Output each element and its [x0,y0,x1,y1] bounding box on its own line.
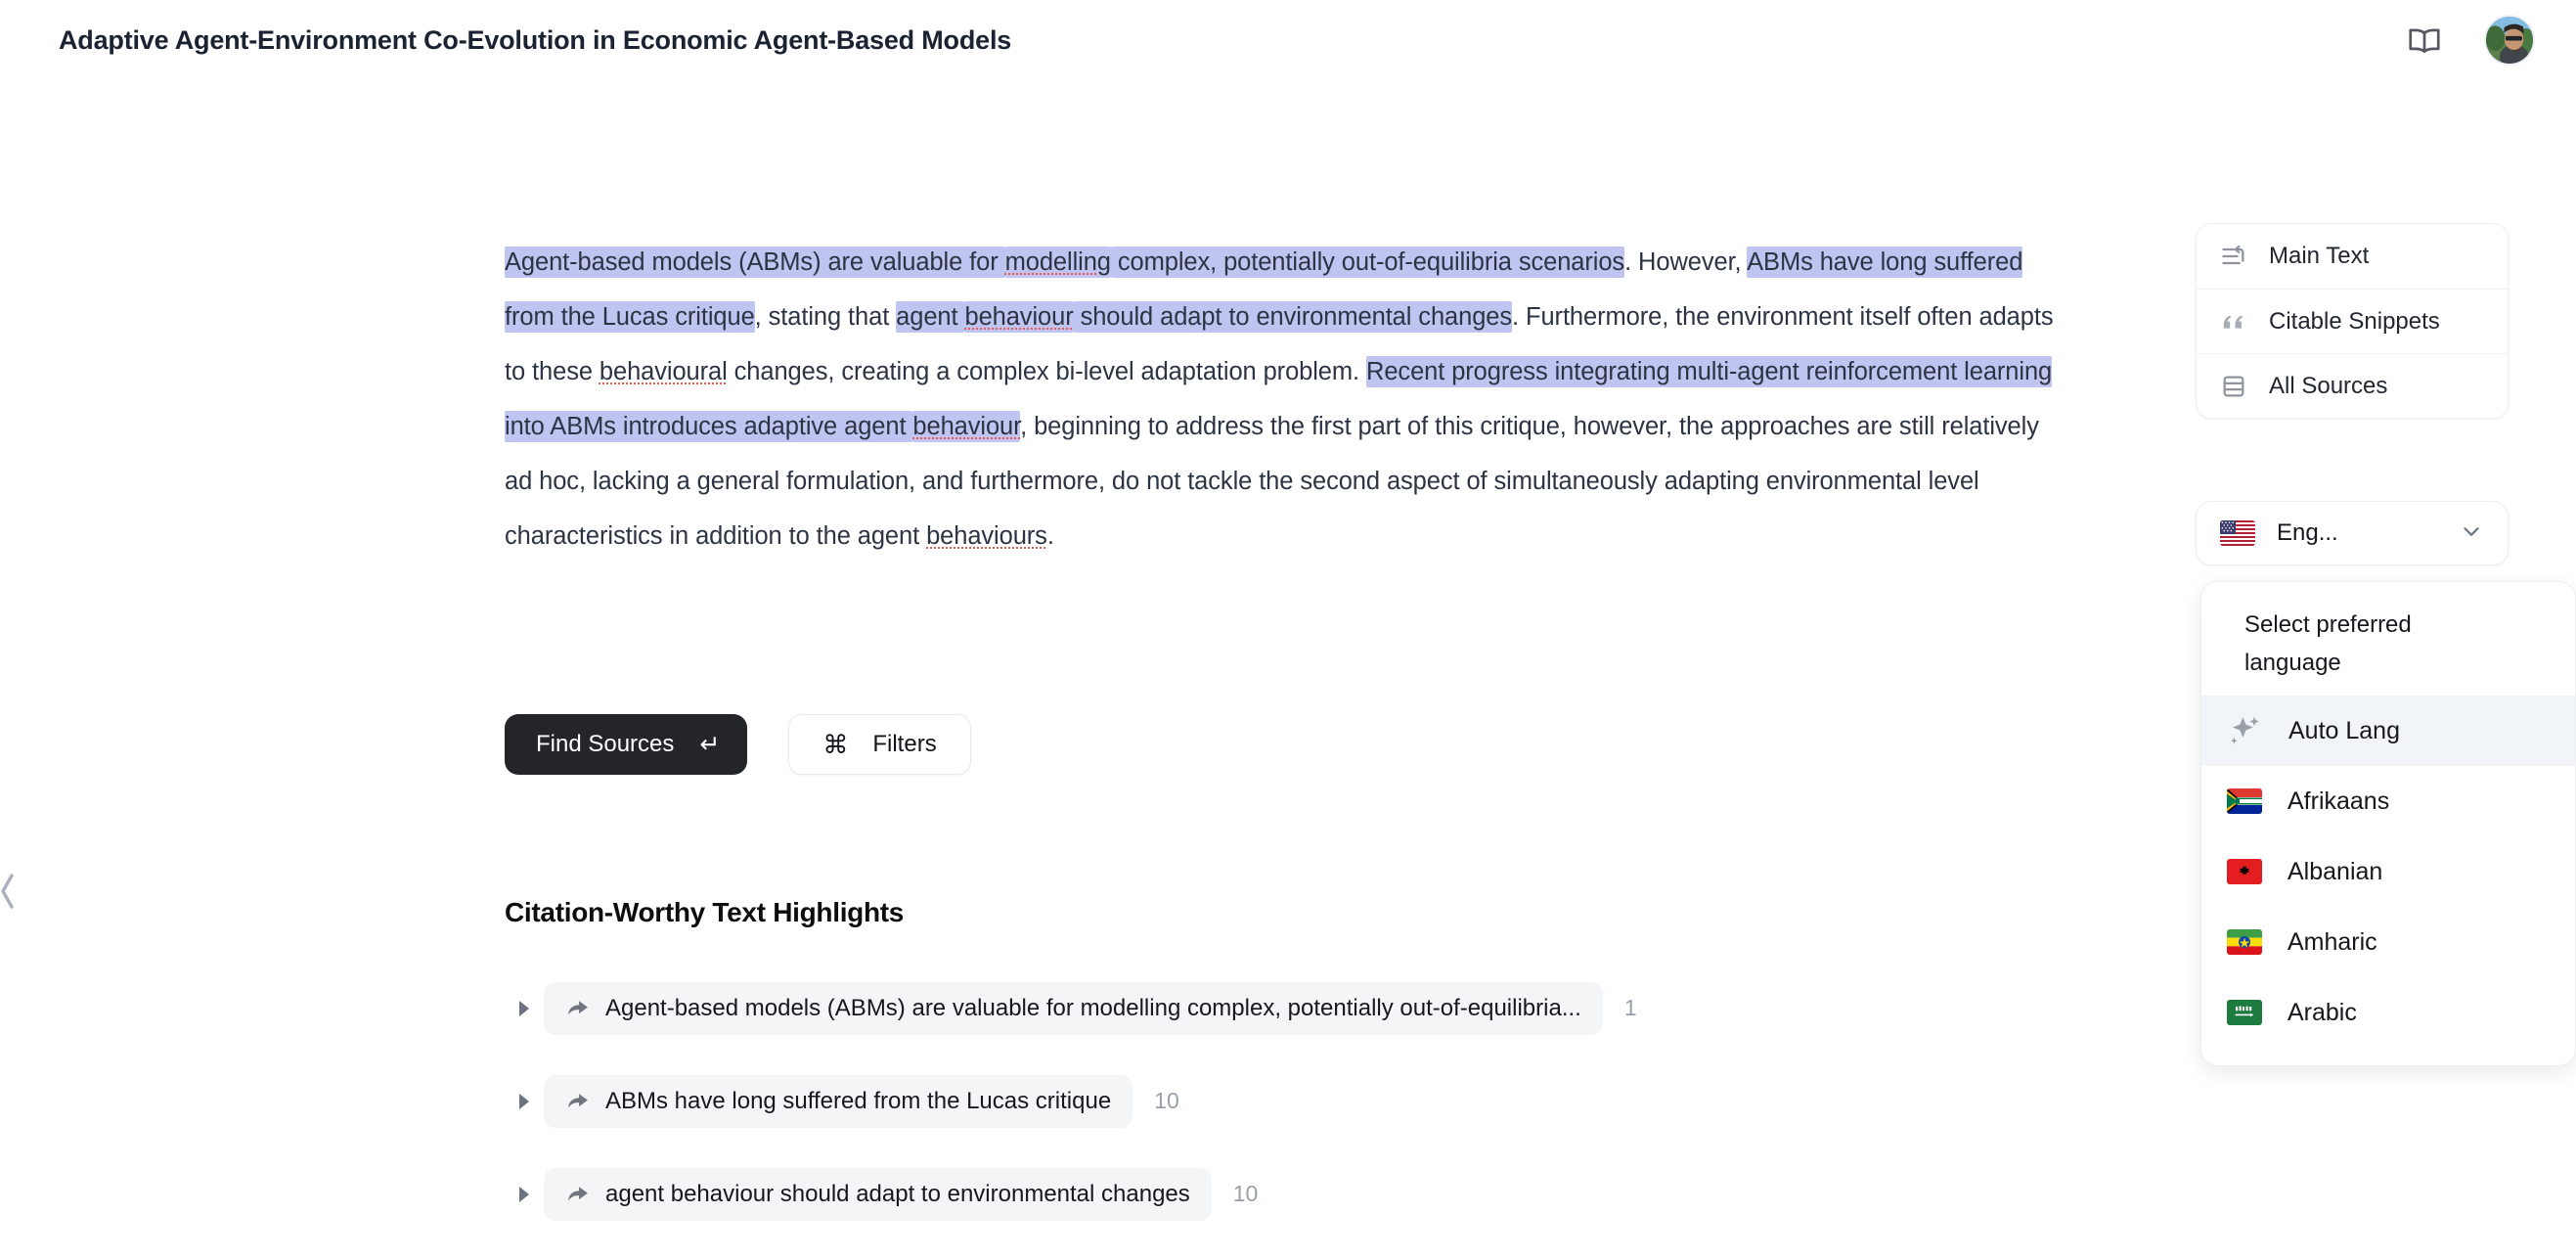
highlight-count: 1 [1623,995,1637,1020]
language-dropdown-menu: Select preferred language Auto Lang Afrik… [2200,581,2576,1066]
book-icon[interactable] [2406,22,2443,59]
command-key-icon: ⌘ [822,730,849,759]
language-option-label: Auto Lang [2288,716,2400,744]
highlight-pill[interactable]: Agent-based models (ABMs) are valuable f… [544,981,1603,1035]
share-arrow-icon [565,1089,590,1113]
highlight-count: 10 [1232,1181,1259,1206]
language-option-label: Arabic [2287,998,2357,1026]
text-segment: changes, creating a complex bi-level ada… [727,358,1367,385]
filters-label: Filters [872,731,937,757]
language-option-label: Amharic [2287,927,2377,956]
main-content: Agent-based models (ABMs) are valuable f… [505,235,2069,563]
filters-button[interactable]: ⌘ Filters [788,714,971,775]
highlight-pill[interactable]: agent behaviour should adapt to environm… [544,1167,1212,1221]
flag-et-icon [2227,929,2262,955]
action-button-row: Find Sources ↵ ⌘ Filters [505,714,971,775]
chevron-down-icon [2459,518,2484,549]
highlighted-text-segment: Agent-based models (ABMs) are valuable f… [505,247,1005,278]
language-selector-trigger[interactable]: Eng... [2196,501,2509,565]
enter-key-icon: ↵ [699,730,721,758]
highlights-list: Agent-based models (ABMs) are valuable f… [505,980,2167,1259]
language-selected-label: Eng... [2277,519,2338,546]
quote-icon [2220,308,2247,336]
nav-item-citable-snippets[interactable]: Citable Snippets [2197,289,2508,353]
right-nav-card: Main Text Citable Snippets All Sources [2196,223,2509,419]
language-option-amharic[interactable]: Amharic [2201,907,2575,977]
app-header: Adaptive Agent-Environment Co-Evolution … [0,0,2576,80]
language-menu-title: Select preferred language [2244,611,2412,676]
page-title: Adaptive Agent-Environment Co-Evolution … [59,24,1012,55]
nav-item-label: All Sources [2269,372,2388,399]
highlighted-text-segment: behaviour [912,411,1021,442]
highlight-row: agent behaviour should adapt to environm… [505,1166,2167,1222]
avatar[interactable] [2484,15,2535,66]
find-sources-label: Find Sources [536,731,675,757]
highlight-count: 10 [1154,1088,1179,1113]
language-option-label: Albanian [2287,857,2383,885]
text-segment: . However, [1624,248,1748,276]
find-sources-button[interactable]: Find Sources ↵ [505,714,748,775]
highlighted-text-segment: should adapt to environmental changes [1073,301,1513,333]
expand-caret-icon[interactable] [505,998,544,1019]
highlight-row: Agent-based models (ABMs) are valuable f… [505,980,2167,1036]
highlighted-text-segment: agent [896,301,965,333]
sidebar-collapse-handle[interactable] [0,859,22,923]
language-option-label: Afrikaans [2287,787,2390,815]
text-segment: behaviours [926,522,1047,550]
highlighted-text-segment: complex, potentially out-of-equilibria s… [1110,247,1625,278]
text-segment: , stating that [754,303,897,331]
main-text-paragraph[interactable]: Agent-based models (ABMs) are valuable f… [505,235,2060,563]
rows-icon [2220,373,2247,400]
highlight-text: ABMs have long suffered from the Lucas c… [605,1087,1112,1114]
highlight-text: Agent-based models (ABMs) are valuable f… [605,994,1581,1021]
highlight-text: agent behaviour should adapt to environm… [605,1180,1190,1207]
language-option-afrikaans[interactable]: Afrikaans [2201,766,2575,836]
language-option-albanian[interactable]: Albanian [2201,836,2575,907]
highlight-pill[interactable]: ABMs have long suffered from the Lucas c… [544,1074,1133,1128]
nav-item-all-sources[interactable]: All Sources [2197,353,2508,418]
highlighted-text-segment: modelling [1004,247,1111,278]
highlight-row: ABMs have long suffered from the Lucas c… [505,1073,2167,1129]
chevron-left-icon [1,874,14,909]
language-option-arabic[interactable]: Arabic [2201,977,2575,1048]
highlights-section-title: Citation-Worthy Text Highlights [505,897,905,927]
expand-caret-icon[interactable] [505,1184,544,1205]
nav-item-main-text[interactable]: Main Text [2197,224,2508,289]
text-segment: behavioural [599,358,728,385]
flag-sa-icon [2227,1000,2262,1025]
sparkle-icon [2227,712,2263,749]
nav-item-label: Main Text [2269,243,2370,269]
flag-al-icon [2227,859,2262,884]
expand-caret-icon[interactable] [505,1091,544,1112]
flag-us-icon [2220,520,2255,546]
language-option-auto-lang[interactable]: Auto Lang [2201,696,2575,766]
nav-item-label: Citable Snippets [2269,307,2440,335]
language-option-list: Auto Lang Afrikaans Albanian Amharic Arabic [2201,696,2575,1048]
text-indent-icon [2220,243,2247,270]
header-actions [2406,15,2535,66]
flag-za-icon [2227,788,2262,814]
share-arrow-icon [565,1182,590,1206]
share-arrow-icon [565,996,590,1020]
highlighted-text-segment: behaviour [964,301,1074,333]
text-segment: . [1046,522,1054,550]
